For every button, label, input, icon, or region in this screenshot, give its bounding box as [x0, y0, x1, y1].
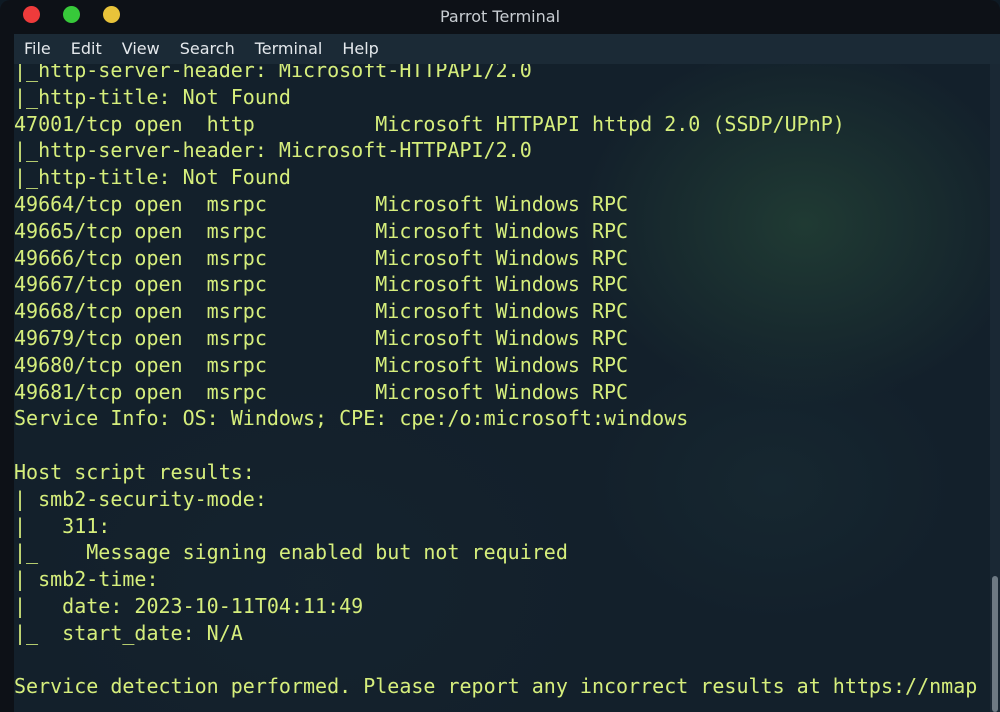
terminal-line: |_http-title: Not Found [14, 165, 291, 190]
terminal-line: 49666/tcp open msrpc Microsoft Windows R… [14, 245, 629, 270]
terminal-line: Service Info: OS: Windows; CPE: cpe:/o:m… [14, 406, 689, 431]
terminal-line: 49680/tcp open msrpc Microsoft Windows R… [14, 352, 629, 377]
terminal-line: | 311: [14, 513, 111, 538]
terminal-line: |_ Message signing enabled but not requi… [14, 540, 568, 565]
terminal-line: | smb2-security-mode: [14, 486, 267, 511]
menu-edit[interactable]: Edit [71, 34, 102, 64]
terminal-line: |_http-server-header: Microsoft-HTTPAPI/… [14, 64, 532, 82]
menu-terminal[interactable]: Terminal [255, 34, 323, 64]
terminal-line: 49667/tcp open msrpc Microsoft Windows R… [14, 272, 629, 297]
terminal-window: Parrot Terminal File Edit View Search Te… [0, 0, 1000, 712]
terminal-line: 49668/tcp open msrpc Microsoft Windows R… [14, 299, 629, 324]
terminal-line: |_http-server-header: Microsoft-HTTPAPI/… [14, 138, 532, 163]
terminal-line: 49681/tcp open msrpc Microsoft Windows R… [14, 379, 629, 404]
terminal-line: 49665/tcp open msrpc Microsoft Windows R… [14, 218, 629, 243]
terminal-lines: |_http-server-header: Microsoft-HTTPAPI/… [14, 64, 977, 700]
scrollbar-thumb[interactable] [992, 576, 998, 712]
terminal-line: Host script results: [14, 459, 255, 484]
window-frame [0, 64, 14, 712]
terminal-line: | date: 2023-10-11T04:11:49 [14, 593, 364, 618]
terminal-line: |_http-title: Not Found [14, 84, 291, 109]
menu-help[interactable]: Help [342, 34, 378, 64]
menu-bar: File Edit View Search Terminal Help [0, 34, 1000, 64]
terminal-line: 49679/tcp open msrpc Microsoft Windows R… [14, 325, 629, 350]
title-bar[interactable]: Parrot Terminal [0, 0, 1000, 34]
menu-view[interactable]: View [122, 34, 160, 64]
terminal-line: Service detection performed. Please repo… [14, 674, 978, 699]
terminal-line: 49664/tcp open msrpc Microsoft Windows R… [14, 191, 629, 216]
terminal-output[interactable]: |_http-server-header: Microsoft-HTTPAPI/… [14, 64, 1000, 712]
terminal-line: 47001/tcp open http Microsoft HTTPAPI ht… [14, 111, 845, 136]
window-title: Parrot Terminal [439, 7, 561, 26]
terminal-scrollbar[interactable] [990, 64, 1000, 712]
terminal-line: | smb2-time: [14, 567, 159, 592]
terminal-line: |_ start_date: N/A [14, 620, 243, 645]
menu-search[interactable]: Search [180, 34, 235, 64]
menu-file[interactable]: File [24, 34, 51, 64]
